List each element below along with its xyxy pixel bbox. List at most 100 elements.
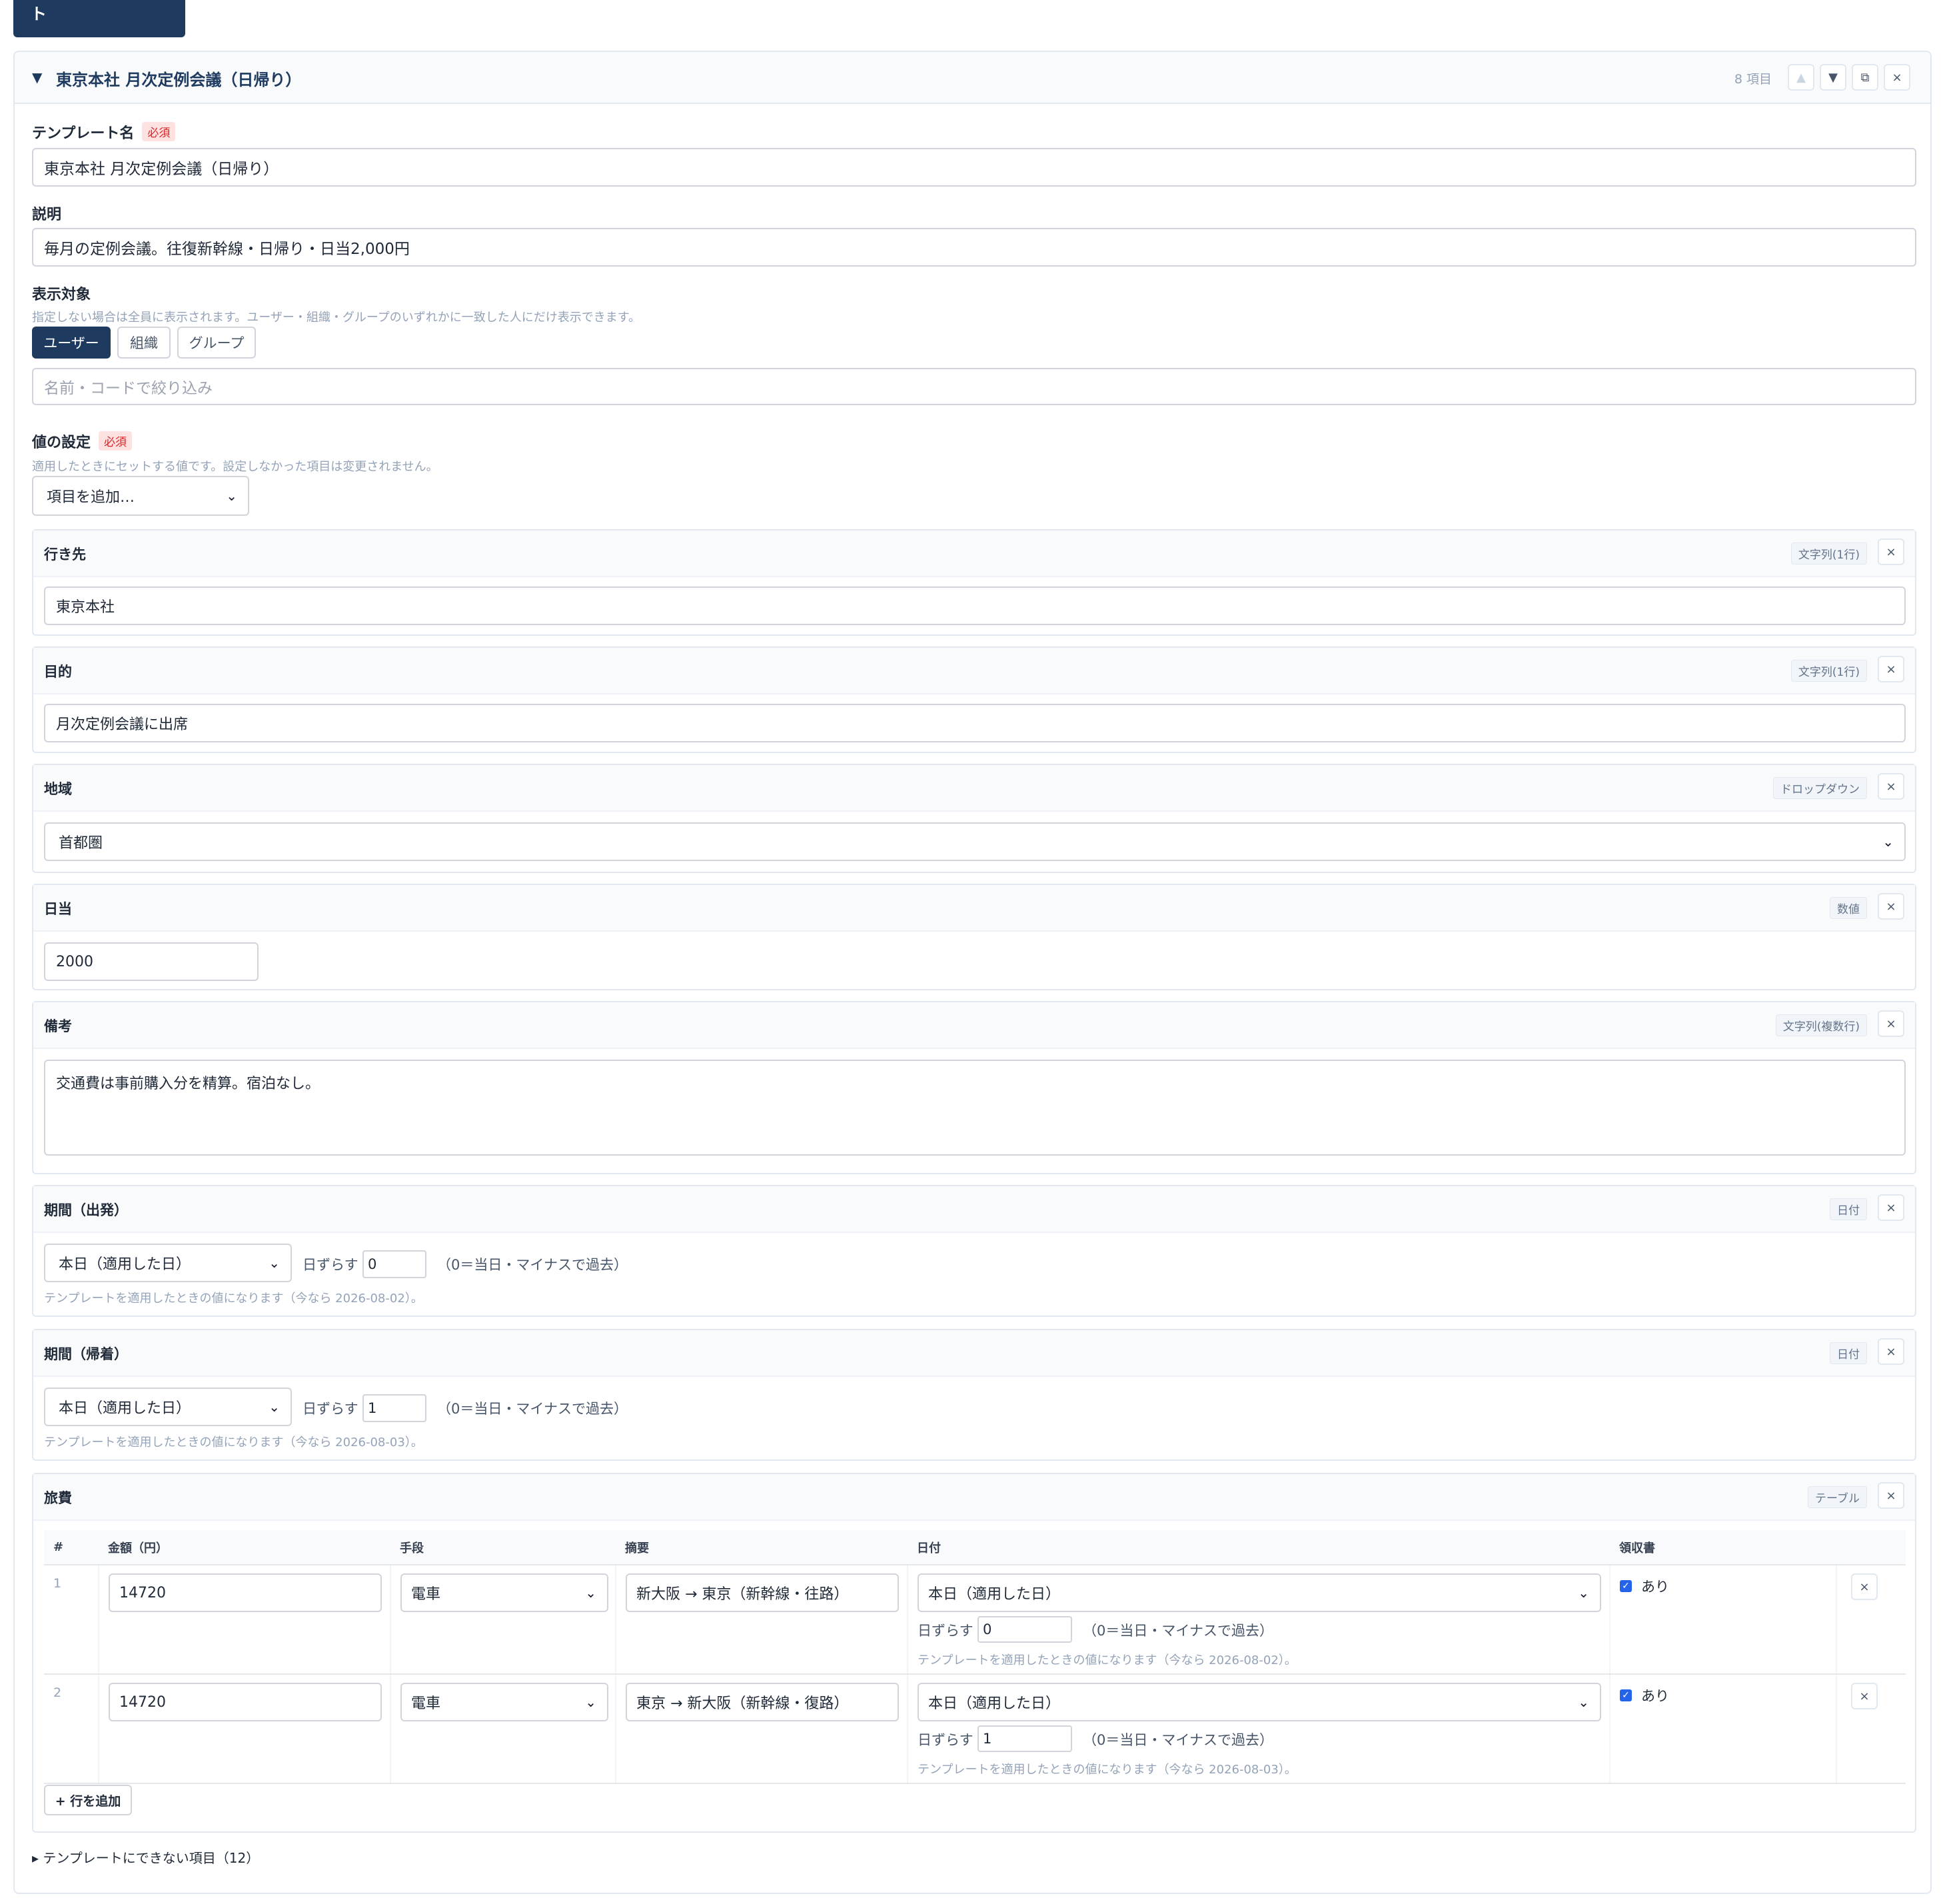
type-badge: テーブル [1808, 1486, 1867, 1508]
item-count: 8 項目 [1734, 72, 1772, 87]
region-select-value: 首都圏 [59, 835, 103, 852]
row-number: 2 [53, 1685, 62, 1700]
receipt-checkbox[interactable]: ✓ [1620, 1580, 1632, 1592]
close-icon: × [1886, 1488, 1896, 1503]
target-hint: 指定しない場合は全員に表示されます。ユーザー・組織・グループのいずれかに一致した… [32, 311, 640, 325]
row-shift-input[interactable]: 1 [977, 1725, 1072, 1752]
field-travel: 旅費 テーブル × # 金額（円） 手段 摘要 日付 領収書 1 14720 電… [32, 1473, 1916, 1833]
method-select-value: 電車 [411, 1695, 441, 1712]
summary-input[interactable]: 東京 → 新大阪（新幹線・復路） [626, 1683, 899, 1721]
field-remarks-name: 備考 [44, 1018, 72, 1034]
region-select[interactable]: 首都圏 ⌄ [44, 822, 1906, 861]
row-date-select[interactable]: 本日（適用した日） ⌄ [918, 1683, 1601, 1721]
field-region-name: 地域 [44, 781, 72, 797]
remove-field-button[interactable]: × [1878, 773, 1904, 800]
date-preview: テンプレートを適用したときの値になります（今なら 2026-08-03）。 [918, 1763, 1297, 1777]
method-select-value: 電車 [411, 1586, 441, 1603]
date-preview: テンプレートを適用したときの値になります（今なら 2026-08-02）。 [44, 1292, 423, 1306]
close-icon: × [1886, 1016, 1896, 1031]
table-row: 2 14720 電車 ⌄ 東京 → 新大阪（新幹線・復路） 本日（適用した日） … [44, 1674, 1906, 1784]
chevron-down-icon: ⌄ [1578, 1694, 1589, 1710]
remove-field-button[interactable]: × [1878, 656, 1904, 682]
remove-row-button[interactable]: × [1851, 1573, 1878, 1600]
field-purpose: 目的 文字列(1行) × 月次定例会議に出席 [32, 646, 1916, 753]
move-up-button[interactable]: ▲ [1788, 64, 1814, 91]
chevron-down-icon: ⌄ [1882, 834, 1894, 850]
receipt-checkbox[interactable]: ✓ [1620, 1689, 1632, 1701]
tab-group[interactable]: グループ [177, 327, 256, 359]
chevron-down-icon: ⌄ [585, 1694, 596, 1710]
template-card-header[interactable]: ▼ 東京本社 月次定例会議（日帰り） 8 項目 ▲ ▼ ⧉ × [15, 52, 1930, 104]
return-shift-input[interactable]: 1 [362, 1394, 426, 1422]
filter-input[interactable]: 名前・コードで絞り込み [32, 368, 1916, 405]
remarks-textarea[interactable]: 交通費は事前購入分を精算。宿泊なし。 [44, 1060, 1906, 1156]
summary-input[interactable]: 新大阪 → 東京（新幹線・往路） [626, 1573, 899, 1612]
remove-field-button[interactable]: × [1878, 1482, 1904, 1509]
chevron-down-icon: ⌄ [585, 1585, 596, 1601]
close-icon: × [1886, 544, 1896, 559]
add-row-button[interactable]: + 行を追加 [44, 1785, 132, 1815]
close-icon: × [1892, 70, 1902, 85]
template-title: 東京本社 月次定例会議（日帰り） [56, 71, 302, 89]
destination-input[interactable]: 東京本社 [44, 586, 1906, 625]
duplicate-button[interactable]: ⧉ [1852, 64, 1878, 91]
field-destination: 行き先 文字列(1行) × 東京本社 [32, 529, 1916, 636]
template-name-input[interactable]: 東京本社 月次定例会議（日帰り） [32, 148, 1916, 187]
row-date-select[interactable]: 本日（適用した日） ⌄ [918, 1573, 1601, 1612]
delete-template-button[interactable]: × [1884, 64, 1910, 91]
field-remarks-header: 備考 文字列(複数行) × [33, 1002, 1915, 1049]
return-date-select-value: 本日（適用した日） [59, 1400, 191, 1417]
allowance-input[interactable]: 2000 [44, 942, 259, 981]
type-badge: 文字列(複数行) [1775, 1014, 1867, 1036]
field-region: 地域 ドロップダウン × 首都圏 ⌄ [32, 764, 1916, 873]
depart-date-select-value: 本日（適用した日） [59, 1256, 191, 1273]
field-purpose-header: 目的 文字列(1行) × [33, 648, 1915, 694]
tab-organization[interactable]: 組織 [117, 327, 171, 359]
add-item-select-value: 項目を追加… [47, 489, 135, 506]
purpose-input[interactable]: 月次定例会議に出席 [44, 704, 1906, 742]
shift-label: 日ずらす [918, 1732, 973, 1748]
remove-field-button[interactable]: × [1878, 1338, 1904, 1365]
field-allowance-header: 日当 数値 × [33, 885, 1915, 932]
add-item-select[interactable]: 項目を追加… ⌄ [32, 476, 249, 516]
description-input[interactable]: 毎月の定例会議。往復新幹線・日帰り・日当2,000円 [32, 228, 1916, 267]
chevron-down-icon: ⌄ [269, 1399, 280, 1415]
depart-shift-input[interactable]: 0 [362, 1250, 426, 1278]
remove-field-button[interactable]: × [1878, 893, 1904, 920]
column-header: # [44, 1530, 99, 1565]
field-remarks: 備考 文字列(複数行) × 交通費は事前購入分を精算。宿泊なし。 [32, 1001, 1916, 1174]
required-badge: 必須 [142, 122, 176, 141]
template-name-label-text: テンプレート名 [32, 125, 135, 142]
type-badge: 日付 [1830, 1342, 1867, 1364]
shift-label: 日ずらす [303, 1257, 358, 1273]
row-date-select-value: 本日（適用した日） [928, 1586, 1061, 1603]
chevron-down-icon: ⌄ [226, 488, 237, 504]
row-shift-input[interactable]: 0 [977, 1616, 1072, 1643]
method-select[interactable]: 電車 ⌄ [400, 1573, 608, 1612]
remove-field-button[interactable]: × [1878, 538, 1904, 565]
tab-user[interactable]: ユーザー [32, 327, 111, 359]
remove-row-button[interactable]: × [1851, 1683, 1878, 1709]
amount-input[interactable]: 14720 [109, 1683, 382, 1721]
new-template-button[interactable]: + 新しいテンプレート [13, 0, 185, 37]
close-icon: × [1886, 1200, 1896, 1215]
target-label: 表示対象 [32, 287, 91, 303]
column-header: 手段 [390, 1530, 616, 1565]
remove-field-button[interactable]: × [1878, 1010, 1904, 1037]
depart-date-select[interactable]: 本日（適用した日） ⌄ [44, 1244, 292, 1282]
collapse-caret-icon[interactable]: ▼ [32, 69, 42, 85]
field-return: 期間（帰着） 日付 × 本日（適用した日） ⌄ 日ずらす 1 （0＝当日・マイナ… [32, 1329, 1916, 1461]
non-template-items-toggle[interactable]: ▸ テンプレートにできない項目（12） [32, 1847, 259, 1867]
remove-field-button[interactable]: × [1878, 1194, 1904, 1221]
return-date-select[interactable]: 本日（適用した日） ⌄ [44, 1388, 292, 1426]
shift-note: （0＝当日・マイナスで過去） [437, 1257, 628, 1273]
amount-input[interactable]: 14720 [109, 1573, 382, 1612]
arrow-down-icon: ▼ [1828, 70, 1838, 85]
move-down-button[interactable]: ▼ [1820, 64, 1846, 91]
method-select[interactable]: 電車 ⌄ [400, 1683, 608, 1721]
values-label-text: 値の設定 [32, 435, 91, 451]
field-return-header: 期間（帰着） 日付 × [33, 1330, 1915, 1377]
shift-note: （0＝当日・マイナスで過去） [1083, 1623, 1273, 1639]
field-allowance-name: 日当 [44, 901, 72, 917]
type-badge: 文字列(1行) [1790, 660, 1867, 682]
